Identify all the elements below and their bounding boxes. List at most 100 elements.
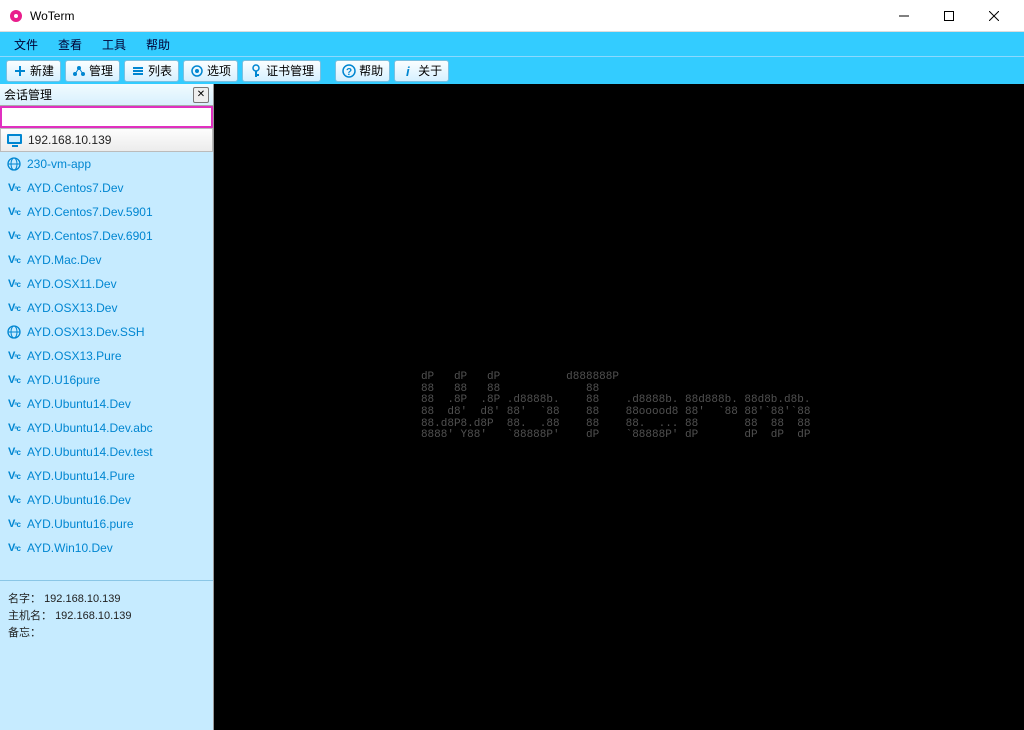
vnc-icon: Vⁿc [6, 301, 22, 315]
list-icon [131, 64, 145, 78]
toolbar: 新建 管理 列表 选项 证书管理? 帮助 i 关于 [0, 56, 1024, 84]
vnc-icon: Vⁿc [6, 517, 22, 531]
maximize-button[interactable] [926, 1, 971, 31]
info-icon: i [401, 64, 415, 78]
session-item-label: 230-vm-app [27, 157, 91, 171]
session-item-label: AYD.OSX13.Pure [27, 349, 122, 363]
session-search-input[interactable] [0, 106, 213, 128]
app-logo-icon [8, 8, 24, 24]
manage-icon [72, 64, 86, 78]
session-list[interactable]: 192.168.10.139230-vm-appVⁿcAYD.Centos7.D… [0, 128, 213, 580]
session-item-label: AYD.OSX13.Dev [27, 301, 117, 315]
minimize-button[interactable] [881, 1, 926, 31]
titlebar: WoTerm [0, 0, 1024, 32]
terminal-area[interactable]: dP dP dP d888888P 88 88 88 88 88 .8P .8P… [214, 84, 1024, 730]
session-item[interactable]: Vⁿc AYD.U16pure [0, 368, 213, 392]
options-icon [190, 64, 204, 78]
svg-text:?: ? [346, 67, 352, 78]
session-item[interactable]: VⁿcAYD.Centos7.Dev.5901 [0, 200, 213, 224]
help-icon: ? [342, 64, 356, 78]
vnc-icon: Vⁿc [6, 541, 22, 555]
vnc-icon: Vⁿc [6, 181, 22, 195]
main: 会话管理 ✕ 192.168.10.139230-vm-appVⁿcAYD.Ce… [0, 84, 1024, 730]
sidebar: 会话管理 ✕ 192.168.10.139230-vm-appVⁿcAYD.Ce… [0, 84, 214, 730]
list-button[interactable]: 列表 [124, 60, 179, 82]
help-button-label: 帮助 [359, 62, 383, 79]
detail-name-label: 名字 [8, 591, 30, 608]
session-detail: 名字： 192.168.10.139 主机名： 192.168.10.139 备… [0, 580, 213, 730]
manage-button-label: 管理 [89, 62, 113, 79]
globe-icon [6, 157, 22, 171]
menu-view[interactable]: 查看 [48, 34, 92, 55]
session-item-label: AYD.Centos7.Dev.5901 [27, 205, 153, 219]
window-title: WoTerm [30, 9, 881, 23]
session-item[interactable]: Vⁿc AYD.Ubuntu14.Pure [0, 464, 213, 488]
session-item[interactable]: Vⁿc AYD.OSX13.Pure [0, 344, 213, 368]
globe-icon [6, 325, 22, 339]
cert-icon [249, 64, 263, 78]
session-item[interactable]: Vⁿc AYD.Ubuntu14.Dev.test [0, 440, 213, 464]
about-button-label: 关于 [418, 62, 442, 79]
session-item[interactable]: 230-vm-app [0, 152, 213, 176]
vnc-icon: Vⁿc [6, 445, 22, 459]
session-item[interactable]: Vⁿc AYD.Centos7.Dev [0, 176, 213, 200]
about-button[interactable]: i 关于 [394, 60, 449, 82]
rdp-icon [7, 133, 23, 147]
session-item[interactable]: Vⁿc AYD.Ubuntu16.pure [0, 512, 213, 536]
session-item-label: AYD.Ubuntu14.Dev.abc [27, 421, 153, 435]
detail-name-value: 192.168.10.139 [44, 591, 120, 608]
session-item[interactable]: Vⁿc AYD.Ubuntu14.Dev.abc [0, 416, 213, 440]
session-item[interactable]: 192.168.10.139 [0, 128, 213, 152]
svg-text:i: i [406, 64, 410, 78]
session-item-label: AYD.Ubuntu14.Pure [27, 469, 135, 483]
session-item[interactable]: Vⁿc AYD.Centos7.Dev.6901 [0, 224, 213, 248]
session-item-label: AYD.Ubuntu16.Dev [27, 493, 131, 507]
menu-tools[interactable]: 工具 [92, 34, 136, 55]
vnc-icon: Vⁿc [6, 469, 22, 483]
session-item[interactable]: VⁿcAYD.Win10.Dev [0, 536, 213, 560]
session-item-label: AYD.OSX13.Dev.SSH [27, 325, 145, 339]
menu-help[interactable]: 帮助 [136, 34, 180, 55]
session-item-label: AYD.Centos7.Dev [27, 181, 124, 195]
detail-memo-label: 备忘 [8, 625, 30, 642]
session-item[interactable]: VⁿcAYD.OSX11.Dev [0, 272, 213, 296]
manage-button[interactable]: 管理 [65, 60, 120, 82]
session-item-label: AYD.U16pure [27, 373, 100, 387]
new-button-label: 新建 [30, 62, 54, 79]
session-item[interactable]: Vⁿc AYD.Ubuntu14.Dev [0, 392, 213, 416]
sidebar-title: 会话管理 [4, 86, 52, 103]
vnc-icon: Vⁿc [6, 277, 22, 291]
cert-button-label: 证书管理 [266, 62, 314, 79]
session-item[interactable]: Vⁿc AYD.Ubuntu16.Dev [0, 488, 213, 512]
sidebar-close-icon[interactable]: ✕ [193, 87, 209, 103]
session-item-label: AYD.Centos7.Dev.6901 [27, 229, 153, 243]
options-button-label: 选项 [207, 62, 231, 79]
options-button[interactable]: 选项 [183, 60, 238, 82]
session-item-label: AYD.Ubuntu14.Dev.test [27, 445, 153, 459]
vnc-icon: Vⁿc [6, 349, 22, 363]
close-button[interactable] [971, 1, 1016, 31]
menu-file[interactable]: 文件 [4, 34, 48, 55]
sidebar-header: 会话管理 ✕ [0, 84, 213, 106]
vnc-icon: Vⁿc [6, 397, 22, 411]
cert-button[interactable]: 证书管理 [242, 60, 321, 82]
vnc-icon: Vⁿc [6, 493, 22, 507]
menubar: 文件 查看 工具 帮助 [0, 32, 1024, 56]
vnc-icon: Vⁿc [6, 229, 22, 243]
detail-host-value: 192.168.10.139 [55, 608, 131, 625]
plus-icon [13, 64, 27, 78]
session-item[interactable]: Vⁿc AYD.OSX13.Dev [0, 296, 213, 320]
vnc-icon: Vⁿc [6, 373, 22, 387]
vnc-icon: Vⁿc [6, 253, 22, 267]
session-item-label: AYD.Ubuntu16.pure [27, 517, 134, 531]
new-button[interactable]: 新建 [6, 60, 61, 82]
help-button[interactable]: ? 帮助 [335, 60, 390, 82]
session-item-label: AYD.Ubuntu14.Dev [27, 397, 131, 411]
vnc-icon: Vⁿc [6, 421, 22, 435]
session-item[interactable]: Vⁿc AYD.Mac.Dev [0, 248, 213, 272]
session-item[interactable]: AYD.OSX13.Dev.SSH [0, 320, 213, 344]
list-button-label: 列表 [148, 62, 172, 79]
session-item-label: AYD.Mac.Dev [27, 253, 101, 267]
detail-host-label: 主机名 [8, 608, 41, 625]
ascii-logo: dP dP dP d888888P 88 88 88 88 88 .8P .8P… [421, 372, 817, 441]
